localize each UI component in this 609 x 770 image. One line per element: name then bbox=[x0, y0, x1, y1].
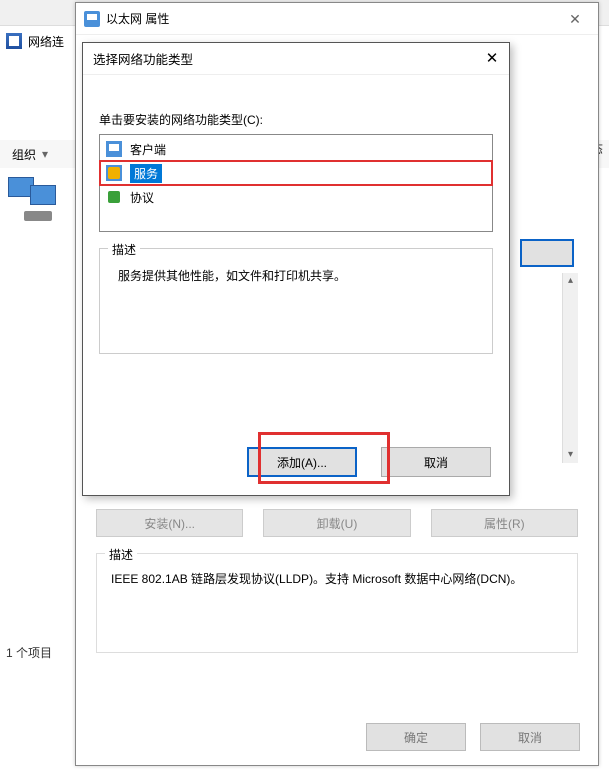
close-icon[interactable]: ✕ bbox=[552, 3, 598, 35]
prompt-label: 单击要安装的网络功能类型(C): bbox=[99, 111, 493, 128]
ethernet-dialog-title: 以太网 属性 bbox=[106, 10, 169, 27]
install-button[interactable]: 安装(N)... bbox=[96, 509, 243, 537]
list-item-label: 协议 bbox=[130, 189, 154, 206]
description-group-label: 描述 bbox=[105, 546, 137, 563]
client-icon bbox=[106, 141, 122, 157]
select-feature-dialog-title: 选择网络功能类型 bbox=[93, 49, 193, 68]
scroll-up-icon[interactable]: ▴ bbox=[568, 273, 573, 289]
ethernet-icon bbox=[84, 11, 100, 27]
organize-menu[interactable]: 组织 bbox=[12, 146, 36, 163]
list-item-client[interactable]: 客户端 bbox=[100, 137, 492, 161]
toolbar-separator: ▾ bbox=[42, 147, 48, 161]
adapter-item[interactable] bbox=[8, 175, 58, 227]
network-connections-label: 网络连 bbox=[28, 33, 64, 50]
description-text: 服务提供其他性能，如文件和打印机共享。 bbox=[118, 267, 478, 284]
list-item-service[interactable]: 服务 bbox=[100, 161, 492, 185]
uninstall-button[interactable]: 卸载(U) bbox=[263, 509, 410, 537]
add-button[interactable]: 添加(A)... bbox=[247, 447, 357, 477]
status-bar-count: 1 个项目 bbox=[6, 644, 52, 661]
scroll-down-icon[interactable]: ▾ bbox=[568, 447, 573, 463]
ok-button[interactable]: 确定 bbox=[366, 723, 466, 751]
list-item-label: 服务 bbox=[130, 164, 162, 183]
configure-button[interactable] bbox=[520, 239, 574, 267]
network-connections-icon bbox=[6, 33, 22, 49]
description-group: 描述 服务提供其他性能，如文件和打印机共享。 bbox=[99, 248, 493, 354]
protocol-icon bbox=[106, 189, 122, 205]
close-icon[interactable]: ✕ bbox=[481, 47, 503, 69]
description-text: IEEE 802.1AB 链路层发现协议(LLDP)。支持 Microsoft … bbox=[111, 570, 563, 589]
list-item-protocol[interactable]: 协议 bbox=[100, 185, 492, 209]
select-feature-dialog-titlebar[interactable]: 选择网络功能类型 ✕ bbox=[83, 43, 509, 75]
ethernet-dialog-titlebar[interactable]: 以太网 属性 ✕ bbox=[76, 3, 598, 35]
select-feature-type-dialog: 选择网络功能类型 ✕ 单击要安装的网络功能类型(C): 客户端 服务 协议 描述… bbox=[82, 42, 510, 496]
feature-type-list[interactable]: 客户端 服务 协议 bbox=[99, 134, 493, 232]
properties-button[interactable]: 属性(R) bbox=[431, 509, 578, 537]
cancel-button[interactable]: 取消 bbox=[480, 723, 580, 751]
description-group-label: 描述 bbox=[108, 241, 140, 258]
service-icon bbox=[106, 165, 122, 181]
ethernet-adapter-icon bbox=[8, 175, 58, 227]
list-item-label: 客户端 bbox=[130, 141, 166, 158]
cancel-button[interactable]: 取消 bbox=[381, 447, 491, 477]
